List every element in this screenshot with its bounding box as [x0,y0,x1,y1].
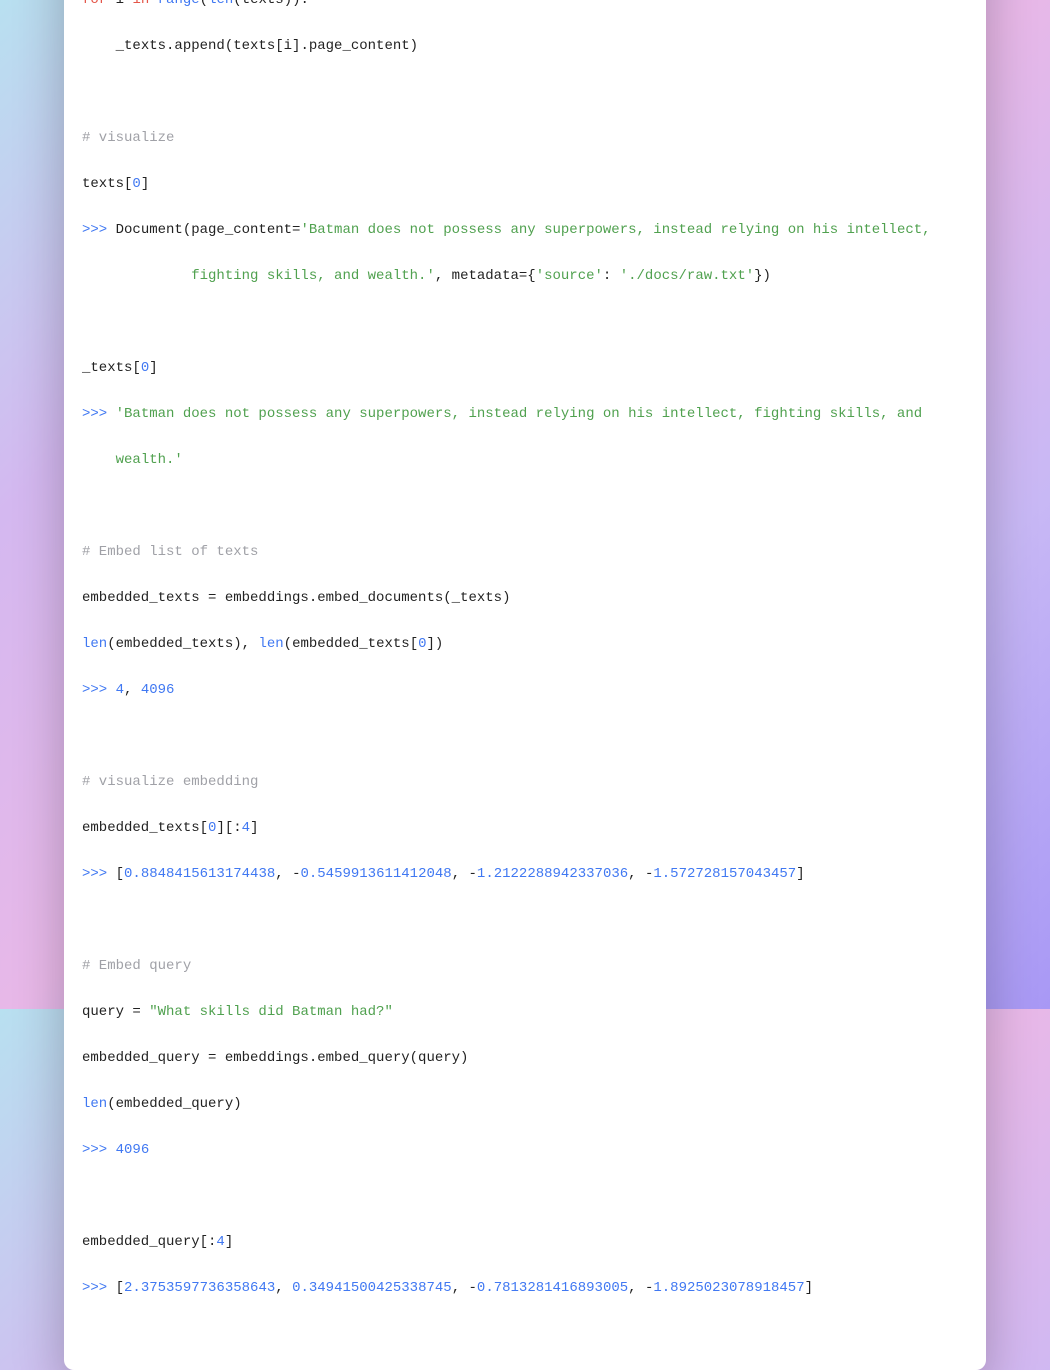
code-text: ] [141,176,149,192]
string-literal: "What skills did Batman had?" [149,1004,393,1020]
number: 1.8925023078918457 [653,1280,804,1296]
code-text: ( [200,0,208,8]
code-text: embedded_query[: [82,1234,216,1250]
fn-len: len [82,636,107,652]
number: 4096 [141,682,175,698]
number: 0 [418,636,426,652]
code-text: ] [250,820,258,836]
code-text: ] [796,866,804,882]
code-text: }) [754,268,771,284]
code-text: i [107,0,132,8]
code-text: , [452,1280,469,1296]
repl-prompt: >>> [82,866,116,882]
code-text: , metadata={ [435,268,536,284]
string-literal: './docs/raw.txt' [620,268,754,284]
repl-prompt: >>> [82,682,116,698]
code-text: , [628,866,645,882]
code-text: _texts[ [82,360,141,376]
comment: # visualize [82,130,174,146]
string-literal: fighting skills, and wealth.' [82,268,435,284]
string-literal: 'source' [536,268,603,284]
number: 0.5459913611412048 [300,866,451,882]
code-text: , [124,682,141,698]
repl-prompt: >>> [82,222,116,238]
code-text: texts[ [82,176,132,192]
code-text: [ [116,1280,124,1296]
code-text: : [603,268,620,284]
number: 2.3753597736358643 [124,1280,275,1296]
code-text: embedded_texts = embeddings.embed_docume… [82,590,510,606]
code-text [149,0,157,8]
keyword-for: for [82,0,107,8]
fn-len: len [258,636,283,652]
code-window: # Import Deps from langchain.embeddings … [64,0,986,1370]
code-text: ] [805,1280,813,1296]
number: 0.7813281416893005 [477,1280,628,1296]
code-text: , [275,866,292,882]
code-text: embedded_texts[ [82,820,208,836]
comment: # visualize embedding [82,774,258,790]
number: 1.572728157043457 [653,866,796,882]
code-text: - [645,1280,653,1296]
code-text: ][: [216,820,241,836]
number: 0 [141,360,149,376]
code-text: (embedded_texts), [107,636,258,652]
code-text: (embedded_texts[ [284,636,418,652]
code-text: (embedded_query) [107,1096,241,1112]
comment: # Embed list of texts [82,544,258,560]
code-text: ] [149,360,157,376]
code-text: , [275,1280,292,1296]
string-literal: 'Batman does not possess any superpowers… [300,222,930,238]
repl-prompt: >>> [82,1142,116,1158]
number: 4 [216,1234,224,1250]
code-text: ] [225,1234,233,1250]
repl-prompt: >>> [82,406,116,422]
code-text: ]) [427,636,444,652]
code-text: query = [82,1004,149,1020]
code-text: - [469,866,477,882]
keyword-in: in [132,0,149,8]
repl-prompt: >>> [82,1280,116,1296]
number: 0.8848415613174438 [124,866,275,882]
code-text: - [469,1280,477,1296]
code-text: _texts.append(texts[i].page_content) [82,38,418,54]
code-text: , [628,1280,645,1296]
code-text: Document(page_content= [116,222,301,238]
code-text: , [452,866,469,882]
code-text: [ [116,866,124,882]
fn-len: len [208,0,233,8]
number: 0.34941500425338745 [292,1280,452,1296]
number: 4 [116,682,124,698]
number: 4096 [116,1142,150,1158]
number: 4 [242,820,250,836]
code-block: # Import Deps from langchain.embeddings … [64,0,986,1370]
number: 1.2122288942337036 [477,866,628,882]
code-text: (texts)): [233,0,309,8]
comment: # Embed query [82,958,191,974]
string-literal: 'Batman does not possess any superpowers… [116,406,923,422]
fn-range: range [158,0,200,8]
string-literal: wealth.' [82,452,183,468]
code-text: embedded_query = embeddings.embed_query(… [82,1050,468,1066]
fn-len: len [82,1096,107,1112]
number: 0 [132,176,140,192]
